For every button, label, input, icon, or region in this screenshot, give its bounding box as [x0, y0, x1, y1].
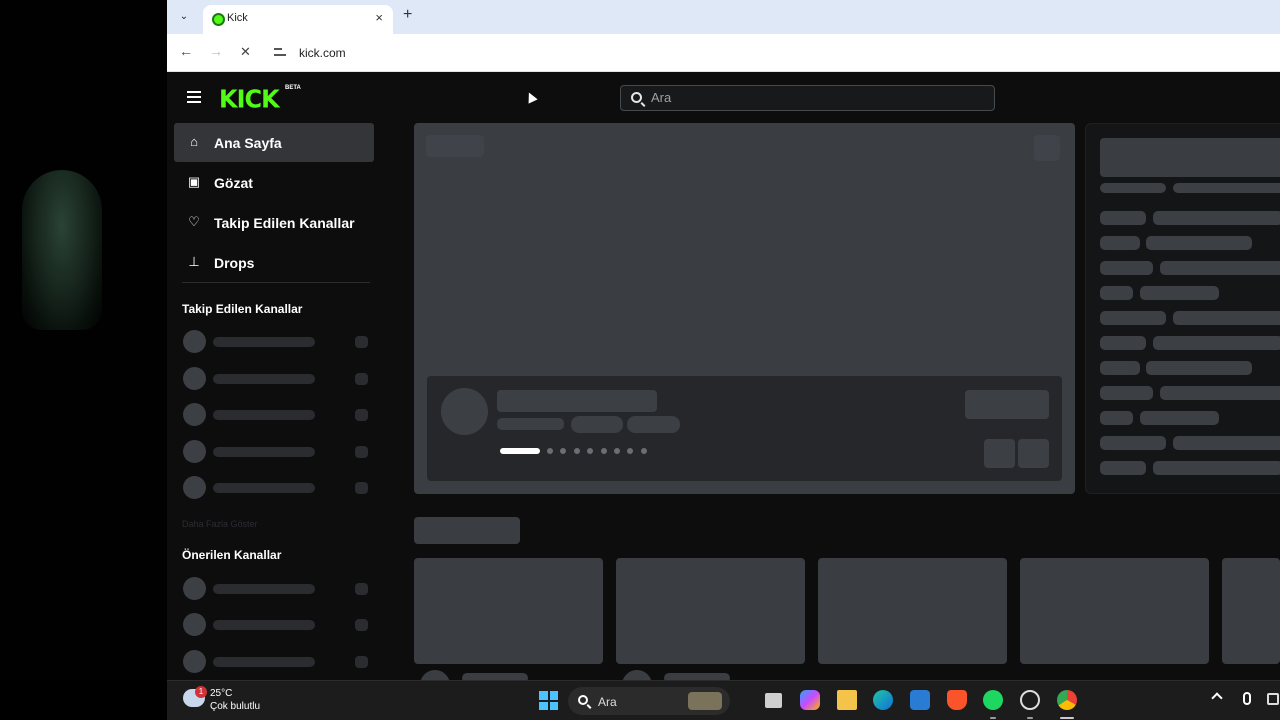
file-explorer-icon[interactable]: [837, 690, 857, 710]
carousel-dot[interactable]: [627, 448, 634, 454]
heart-icon: ♡: [188, 214, 200, 229]
sidebar-item-label: Takip Edilen Kanallar: [214, 215, 355, 231]
search-box[interactable]: [620, 85, 995, 111]
weather-temperature: 25°C: [210, 688, 233, 699]
carousel-dot[interactable]: [547, 448, 553, 454]
sidebar-item-label: Ana Sayfa: [214, 135, 282, 151]
stream-thumbnail-skeleton: [1020, 558, 1209, 664]
drops-icon: ⊥: [188, 254, 200, 269]
site-header: KICK BETA: [167, 72, 1280, 122]
store-icon[interactable]: [910, 690, 930, 710]
channel-skeleton: [183, 577, 368, 601]
sidebar-item-home[interactable]: ⌂ Ana Sayfa: [174, 123, 374, 162]
stop-loading-button[interactable]: ✕: [240, 44, 251, 60]
carousel-dot[interactable]: [614, 448, 620, 454]
stream-thumbnail-skeleton: [414, 558, 603, 664]
search-icon: [631, 92, 642, 103]
spotify-running-indicator: [990, 717, 996, 719]
forward-button[interactable]: →: [209, 43, 223, 59]
featured-stream-skeleton: [414, 123, 1075, 494]
windows-start-icon[interactable]: [539, 691, 558, 710]
weather-description: Çok bulutlu: [210, 701, 261, 712]
webcam-face: [22, 170, 102, 330]
screen: ⌄ Kick × + ← → ✕ kick.com KICK BETA Ara …: [0, 0, 1280, 720]
chrome-running-indicator: [1060, 717, 1074, 719]
stream-thumbnail-skeleton: [818, 558, 1007, 664]
carousel-prev-button[interactable]: [984, 439, 1015, 468]
featured-stream-info-skeleton: [427, 376, 1062, 481]
channel-skeleton: [183, 440, 368, 464]
windows-taskbar: 1 25°C Çok bulutlu Ara: [167, 680, 1280, 720]
browse-icon: ▣: [187, 174, 201, 189]
settings-running-indicator: [1027, 717, 1033, 719]
new-tab-button[interactable]: +: [403, 6, 412, 24]
carousel-next-button[interactable]: [1018, 439, 1049, 468]
channel-skeleton: [183, 476, 368, 500]
carousel-dot[interactable]: [560, 448, 567, 454]
back-button[interactable]: ←: [179, 43, 193, 59]
task-view-icon[interactable]: [765, 693, 782, 708]
carousel-dot[interactable]: [587, 448, 594, 454]
tab-close-button[interactable]: ×: [375, 10, 383, 25]
microphone-icon[interactable]: [1243, 692, 1251, 705]
copilot-icon[interactable]: [800, 690, 820, 710]
brave-icon[interactable]: [947, 690, 967, 710]
sidebar-item-label: Drops: [214, 255, 255, 271]
spotify-icon[interactable]: [983, 690, 1003, 710]
stream-thumbnail-skeleton: [1222, 558, 1280, 664]
settings-icon[interactable]: [1020, 690, 1040, 710]
sidebar: ⌂ Ana Sayfa ▣ Gözat ♡ Takip Edilen Kanal…: [167, 122, 382, 680]
tab-strip: ⌄ Kick × +: [167, 0, 1280, 34]
taskbar-search-placeholder: Ara: [598, 695, 617, 709]
site-info-icon[interactable]: [274, 46, 286, 58]
mouse-cursor-icon: [524, 90, 538, 104]
carousel-dot[interactable]: [573, 448, 580, 454]
tab-title: Kick: [227, 12, 248, 24]
search-input[interactable]: [651, 90, 951, 105]
browser-window: ⌄ Kick × + ← → ✕ kick.com KICK BETA Ara …: [167, 0, 1280, 700]
sidebar-divider: [182, 282, 370, 283]
browser-toolbar: ← → ✕ kick.com: [167, 34, 1280, 72]
beta-badge: BETA: [285, 85, 301, 91]
taskbar-search[interactable]: Ara: [568, 687, 730, 715]
webcam-overlay: [0, 0, 167, 680]
channel-skeleton: [183, 613, 368, 637]
show-hidden-icons-icon[interactable]: [1211, 692, 1223, 704]
channel-skeleton: [183, 330, 368, 354]
kick-favicon-icon: [212, 13, 225, 26]
tab-search-button[interactable]: ⌄: [173, 6, 195, 28]
search-highlight-icon: [688, 692, 722, 710]
show-more-link[interactable]: Daha Fazla Göster: [182, 519, 258, 529]
sidebar-item-drops[interactable]: ⊥ Drops: [174, 243, 374, 282]
recommended-channels-title: Önerilen Kanallar: [182, 548, 282, 562]
channel-skeleton: [183, 650, 368, 674]
tray-icon[interactable]: [1267, 693, 1279, 705]
followed-channels-title: Takip Edilen Kanallar: [182, 302, 303, 316]
sidebar-item-label: Gözat: [214, 175, 253, 191]
search-icon: [578, 695, 588, 705]
weather-badge: 1: [195, 686, 207, 698]
channel-skeleton: [183, 367, 368, 391]
carousel-dot[interactable]: [500, 448, 540, 454]
menu-icon[interactable]: [187, 91, 201, 106]
channel-skeleton: [183, 403, 368, 427]
chrome-icon[interactable]: [1057, 690, 1077, 710]
home-icon: ⌂: [190, 134, 198, 149]
tab-kick[interactable]: Kick ×: [203, 5, 393, 34]
carousel-dot[interactable]: [640, 448, 647, 454]
section-title-skeleton: [414, 517, 520, 544]
edge-icon[interactable]: [873, 690, 893, 710]
carousel-dot[interactable]: [600, 448, 607, 454]
address-bar[interactable]: kick.com: [299, 46, 346, 60]
stream-thumbnail-skeleton: [616, 558, 805, 664]
sidebar-item-following[interactable]: ♡ Takip Edilen Kanallar: [174, 203, 374, 242]
sidebar-item-browse[interactable]: ▣ Gözat: [174, 163, 374, 202]
stream-list-skeleton: [1085, 123, 1280, 494]
kick-logo[interactable]: KICK: [219, 84, 280, 113]
